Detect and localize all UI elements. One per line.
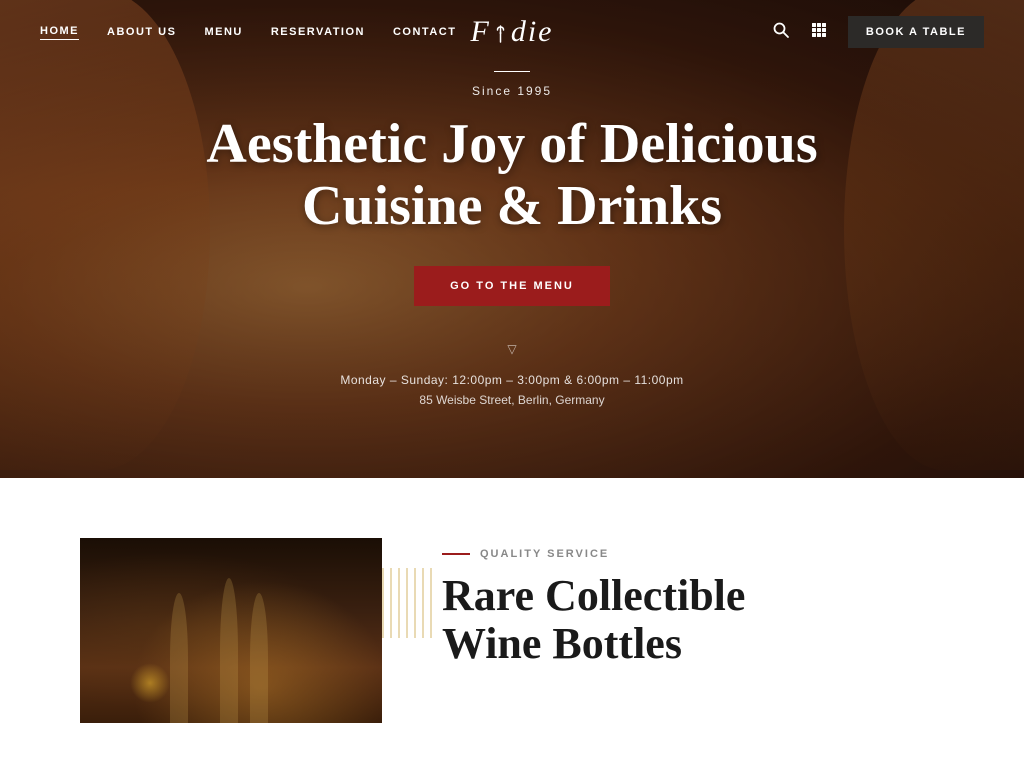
nav-right: Book A Table — [772, 16, 984, 48]
book-table-button[interactable]: Book A Table — [848, 16, 984, 48]
featured-text-column: Quality Service Rare Collectible Wine Bo… — [442, 538, 944, 669]
site-logo[interactable]: F die — [471, 15, 554, 49]
nav-menu[interactable]: Menu — [204, 26, 242, 38]
quality-label-group: Quality Service — [442, 548, 944, 560]
hero-triangle-icon: ▽ — [206, 342, 817, 357]
hero-divider — [494, 71, 530, 72]
hero-address: 85 Weisbe Street, Berlin, Germany — [206, 393, 817, 407]
hero-title: Aesthetic Joy of Delicious Cuisine & Dri… — [206, 114, 817, 237]
hero-hours: Monday – Sunday: 12:00pm – 3:00pm & 6:00… — [206, 373, 817, 387]
nav-home[interactable]: Home — [40, 25, 79, 40]
search-icon[interactable] — [772, 21, 790, 44]
hero-content: Since 1995 Aesthetic Joy of Delicious Cu… — [186, 71, 837, 406]
nav-links: Home About Us Menu Reservation Contact — [40, 25, 456, 40]
section-title: Rare Collectible Wine Bottles — [442, 572, 944, 669]
grid-icon[interactable] — [810, 21, 828, 44]
hero-since: Since 1995 — [206, 84, 817, 98]
nav-about[interactable]: About Us — [107, 26, 176, 38]
hero-cta-button[interactable]: Go To The Menu — [414, 266, 610, 306]
featured-image — [80, 538, 382, 723]
featured-image-column — [80, 538, 382, 723]
quality-line-decoration — [442, 553, 470, 555]
quality-label-text: Quality Service — [480, 548, 609, 560]
featured-section: Quality Service Rare Collectible Wine Bo… — [0, 478, 1024, 763]
nav-contact[interactable]: Contact — [393, 26, 456, 38]
navbar: Home About Us Menu Reservation Contact F… — [0, 0, 1024, 64]
nav-reservation[interactable]: Reservation — [271, 26, 365, 38]
decorative-lines — [382, 568, 432, 638]
hero-section: Since 1995 Aesthetic Joy of Delicious Cu… — [0, 0, 1024, 478]
